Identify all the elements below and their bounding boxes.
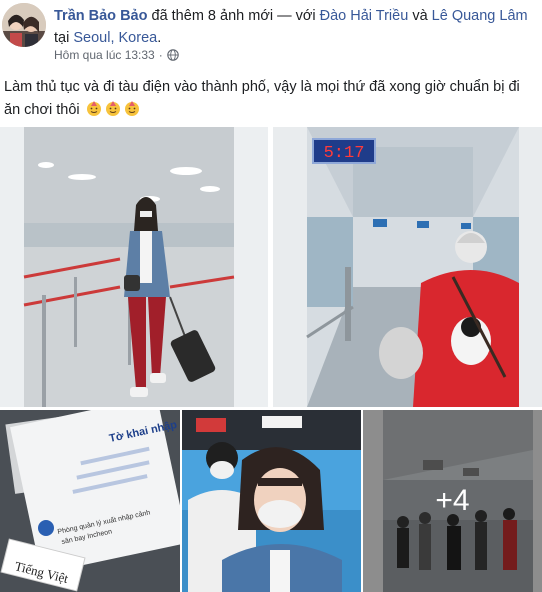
partying-face-emoji <box>105 101 120 116</box>
post-body: Làm thủ tục và đi tàu điện vào thành phố… <box>4 76 538 122</box>
tagged-friend-link-1[interactable]: Đào Hải Triều <box>320 8 409 24</box>
more-photos-count: +4 <box>435 484 470 517</box>
more-photos-overlay[interactable]: +4 <box>363 410 542 592</box>
location-link[interactable]: Seoul, Korea <box>73 30 157 46</box>
post-action-text: đã thêm 8 ảnh mới — với <box>151 8 316 24</box>
and-text: và <box>412 8 428 24</box>
dot-separator: · <box>158 48 163 62</box>
author-avatar[interactable] <box>2 3 46 47</box>
photo-airport-walk[interactable] <box>0 127 268 407</box>
at-text: tại <box>54 30 70 46</box>
partying-face-emoji <box>86 101 101 116</box>
photo-subway-platform[interactable]: +4 <box>363 410 542 592</box>
post-header: Trần Bảo Bảo đã thêm 8 ảnh mới — với Đào… <box>0 0 542 66</box>
post-meta: Hôm qua lúc 13:33 · <box>54 48 179 62</box>
photo-selfie[interactable] <box>182 410 361 592</box>
post-author-line: Trần Bảo Bảo đã thêm 8 ảnh mới — với Đào… <box>54 5 540 49</box>
photo-airport-corridor[interactable]: 5:17 <box>273 127 542 407</box>
tagged-friend-link-2[interactable]: Lê Quang Lâm <box>432 8 528 24</box>
partying-face-emoji <box>124 101 139 116</box>
clock-display: 5:17 <box>324 144 365 163</box>
post-message: Làm thủ tục và đi tàu điện vào thành phố… <box>4 79 520 118</box>
post-timestamp[interactable]: Hôm qua lúc 13:33 <box>54 48 155 62</box>
period-text: . <box>157 30 162 46</box>
globe-icon[interactable] <box>166 49 179 61</box>
photo-arrival-form[interactable]: Tờ khai nhập Phòng quản lý xuất nhập cản… <box>0 410 180 592</box>
author-name-link[interactable]: Trần Bảo Bảo <box>54 8 147 24</box>
